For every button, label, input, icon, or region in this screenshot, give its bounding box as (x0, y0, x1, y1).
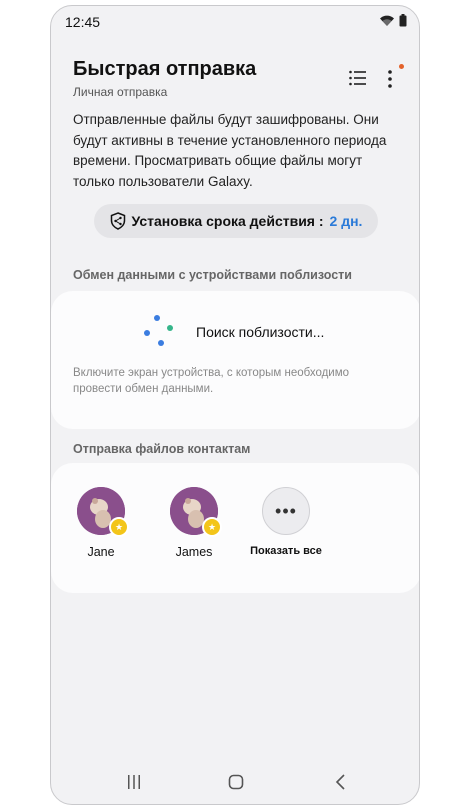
contact-name: James (175, 545, 213, 559)
more-horizontal-icon: ••• (262, 487, 310, 535)
status-time: 12:45 (65, 14, 101, 30)
show-all-button[interactable]: ••• Показать все (241, 487, 331, 557)
page-title: Быстрая отправка (73, 58, 257, 80)
star-badge-icon: ★ (202, 517, 222, 537)
loading-spinner-icon (144, 315, 173, 346)
back-icon[interactable] (334, 774, 346, 790)
nearby-hint: Включите экран устройства, с которым нео… (73, 367, 350, 395)
description-text: Отправленные файлы будут зашифрованы. Он… (73, 112, 387, 189)
star-badge-icon: ★ (109, 517, 129, 537)
more-vertical-icon[interactable] (384, 68, 396, 90)
status-icons (379, 14, 407, 27)
expiry-label: Установка срока действия : (131, 213, 324, 229)
notification-dot (399, 64, 404, 69)
expiry-value: 2 дн. (329, 213, 363, 229)
expiry-setting-button[interactable]: Установка срока действия : 2 дн. (94, 204, 378, 238)
list-icon[interactable] (348, 68, 368, 88)
phone-frame: 12:45 Быстрая отправка Личная отправка О… (50, 5, 420, 805)
contacts-card: ★ Jane ★ James ••• Показать все (51, 463, 419, 593)
contact-name: Jane (87, 545, 115, 559)
avatar: ★ (77, 487, 129, 537)
status-bar: 12:45 (51, 6, 419, 36)
nearby-section-title: Обмен данными с устройствами поблизости (73, 268, 352, 282)
battery-icon (399, 14, 407, 27)
wifi-icon (380, 15, 394, 26)
contacts-section-title: Отправка файлов контактам (73, 442, 251, 456)
searching-status: Поиск поблизости... (196, 324, 325, 340)
shield-share-icon (110, 212, 125, 230)
recents-icon[interactable] (126, 774, 142, 790)
contact-item-jane[interactable]: ★ Jane (56, 487, 146, 559)
avatar: ★ (170, 487, 222, 537)
show-all-label: Показать все (250, 545, 322, 557)
contact-item-james[interactable]: ★ James (149, 487, 239, 559)
nearby-card: Поиск поблизости... Включите экран устро… (51, 291, 419, 429)
home-icon[interactable] (228, 774, 244, 790)
page-subtitle: Личная отправка (73, 85, 168, 99)
navigation-bar (51, 764, 419, 804)
